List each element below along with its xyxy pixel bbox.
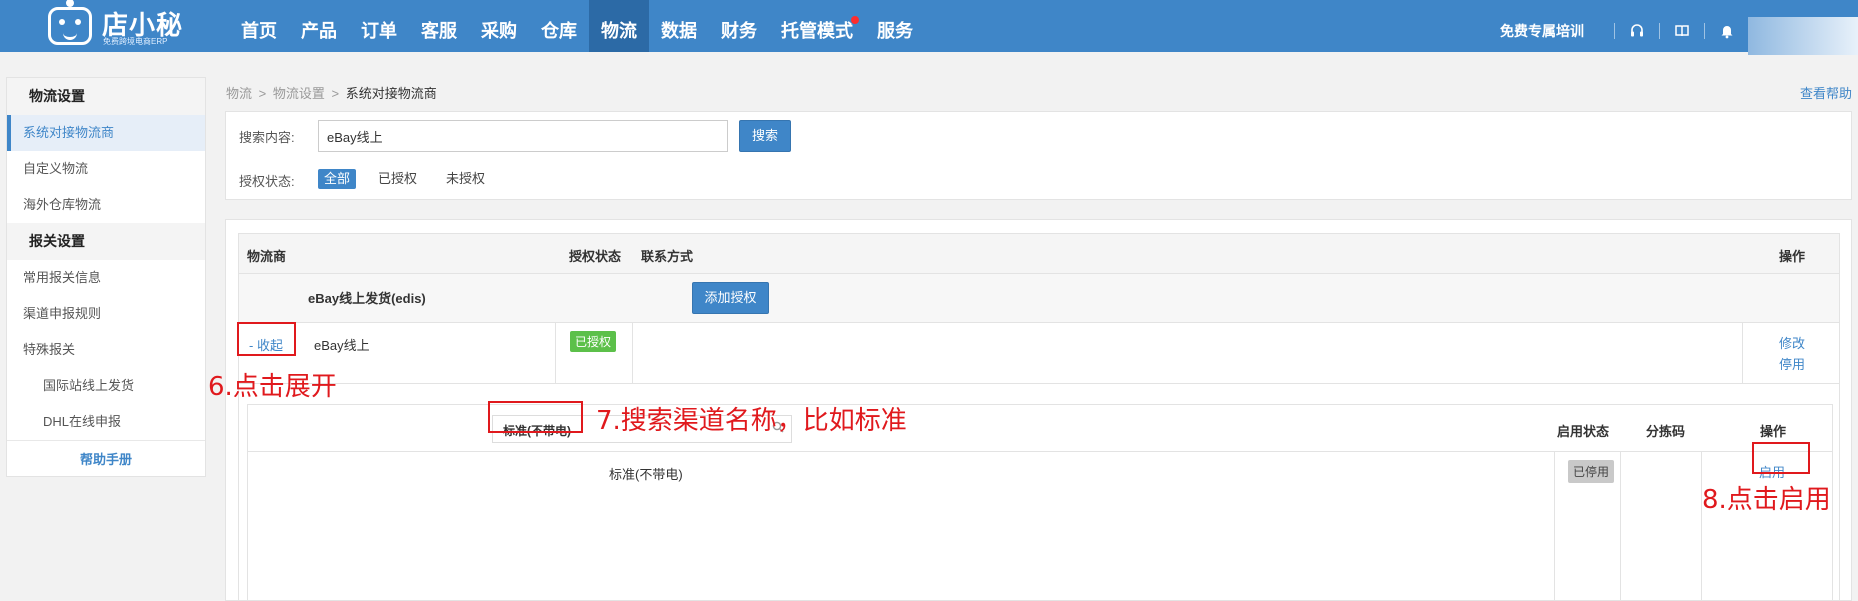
column-divider [1620,452,1621,601]
view-help-link[interactable]: 查看帮助 [1800,83,1852,102]
divider [1659,23,1660,39]
table-row: - 收起 eBay线上 已授权 修改 停用 [239,323,1839,384]
brand-tagline: 免费跨境电商ERP [103,37,168,46]
breadcrumb-current: 系统对接物流商 [345,86,437,101]
nav-data[interactable]: 数据 [649,0,709,52]
search-button[interactable]: 搜索 [739,120,791,152]
column-divider [1554,452,1555,601]
header-operations: 操作 [1779,249,1806,264]
channel-name: 标准(不带电) [609,467,683,482]
sidebar-item-overseas-warehouse[interactable]: 海外仓库物流 [7,187,205,223]
annotation-step6: 6.点击展开 [208,372,337,402]
filter-unauthorized[interactable]: 未授权 [440,169,491,189]
carrier-name: eBay线上 [314,338,370,353]
headset-icon[interactable] [1627,21,1647,41]
user-account-area[interactable] [1748,17,1858,55]
search-panel: 搜索内容: 搜索 授权状态: 全部 已授权 未授权 [225,111,1852,200]
nav-managed-mode[interactable]: 托管模式 [769,0,865,52]
disable-link[interactable]: 停用 [1779,354,1805,373]
sidebar-item-system-carriers[interactable]: 系统对接物流商 [7,115,205,151]
divider [1614,23,1615,39]
nav-home[interactable]: 首页 [229,0,289,52]
add-authorization-button[interactable]: 添加授权 [692,282,769,314]
nav-services[interactable]: 服务 [865,0,925,52]
header-contact: 联系方式 [641,249,694,264]
channel-subtable-header: 标准(不带电) 启用状态 分拣码 操作 [248,405,1832,452]
sidebar-item-custom-logistics[interactable]: 自定义物流 [7,151,205,187]
carrier-table: 物流商 授权状态 联系方式 操作 eBay线上发货(edis) 添加授权 - 收… [238,233,1840,601]
robot-antenna [66,0,74,7]
divider [1704,23,1705,39]
annotation-box-search [488,401,583,433]
column-divider [555,323,556,383]
breadcrumb: 物流 > 物流设置 > 系统对接物流商 [226,83,437,102]
filter-all[interactable]: 全部 [318,169,357,189]
sidebar-group-customs-settings: 报关设置 [7,223,205,260]
header-auth-status: 授权状态 [569,249,622,264]
sidebar-subitem-intl-online[interactable]: 国际站线上发货 [7,368,205,404]
table-header: 物流商 授权状态 联系方式 操作 [239,234,1839,274]
header-carrier: 物流商 [247,249,287,264]
top-navbar: 店小秘 免费跨境电商ERP 首页 产品 订单 客服 采购 仓库 物流 数据 财务… [0,0,1858,55]
annotation-step8: 8.点击启用 [1702,485,1831,515]
column-divider [1701,452,1702,601]
help-manual-link[interactable]: 帮助手册 [7,440,205,478]
header-sort-code: 分拣码 [1646,424,1686,439]
nav-managed-mode-label: 托管模式 [781,21,853,41]
top-right-tools: 免费专属培训 [1500,0,1737,52]
annotation-box-collapse [237,322,296,356]
notification-dot [851,16,859,24]
sidebar-item-channel-rules[interactable]: 渠道申报规则 [7,296,205,332]
breadcrumb-separator: > [331,86,340,101]
free-training-link[interactable]: 免费专属培训 [1500,11,1584,41]
carrier-group-name: eBay线上发货(edis) [308,291,426,306]
breadcrumb-logistics[interactable]: 物流 [226,86,252,101]
nav-products[interactable]: 产品 [289,0,349,52]
nav-finance[interactable]: 财务 [709,0,769,52]
sidebar-item-customs-info[interactable]: 常用报关信息 [7,260,205,296]
carrier-group-row: eBay线上发货(edis) 添加授权 [239,274,1839,323]
column-divider [1742,323,1743,383]
annotation-step7: 7.搜索渠道名称，比如标准 [596,406,907,436]
nav-warehouse[interactable]: 仓库 [529,0,589,52]
sidebar-group-logistics-settings: 物流设置 [7,78,205,115]
auth-status-label: 授权状态: [239,174,295,189]
robot-icon [48,7,92,45]
sidebar-subitem-dhl[interactable]: DHL在线申报 [7,404,205,440]
sidebar: 物流设置 系统对接物流商 自定义物流 海外仓库物流 报关设置 常用报关信息 渠道… [6,77,206,477]
edit-link[interactable]: 修改 [1779,333,1805,352]
status-badge: 已授权 [570,331,617,352]
nav-customer-service[interactable]: 客服 [409,0,469,52]
nav-purchasing[interactable]: 采购 [469,0,529,52]
search-label: 搜索内容: [239,130,295,145]
channel-subtable: 标准(不带电) 启用状态 分拣码 操作 标准(不带电) 已停用 启用 [247,404,1833,601]
header-enable-status: 启用状态 [1557,424,1610,439]
main-nav: 首页 产品 订单 客服 采购 仓库 物流 数据 财务 托管模式 服务 [229,0,925,52]
column-divider [632,323,633,383]
header-operations: 操作 [1760,424,1787,439]
bell-icon[interactable] [1717,21,1737,41]
channel-status-badge: 已停用 [1568,460,1615,483]
filter-authorized[interactable]: 已授权 [372,169,423,189]
search-input[interactable] [318,120,728,152]
nav-orders[interactable]: 订单 [349,0,409,52]
brand-logo[interactable]: 店小秘 免费跨境电商ERP [48,0,182,49]
results-panel: 物流商 授权状态 联系方式 操作 eBay线上发货(edis) 添加授权 - 收… [225,219,1852,601]
book-icon[interactable] [1672,21,1692,41]
annotation-box-enable [1752,442,1810,474]
sidebar-item-special-customs[interactable]: 特殊报关 [7,332,205,368]
nav-logistics[interactable]: 物流 [589,0,649,52]
breadcrumb-logistics-settings[interactable]: 物流设置 [273,86,325,101]
breadcrumb-separator: > [258,86,267,101]
